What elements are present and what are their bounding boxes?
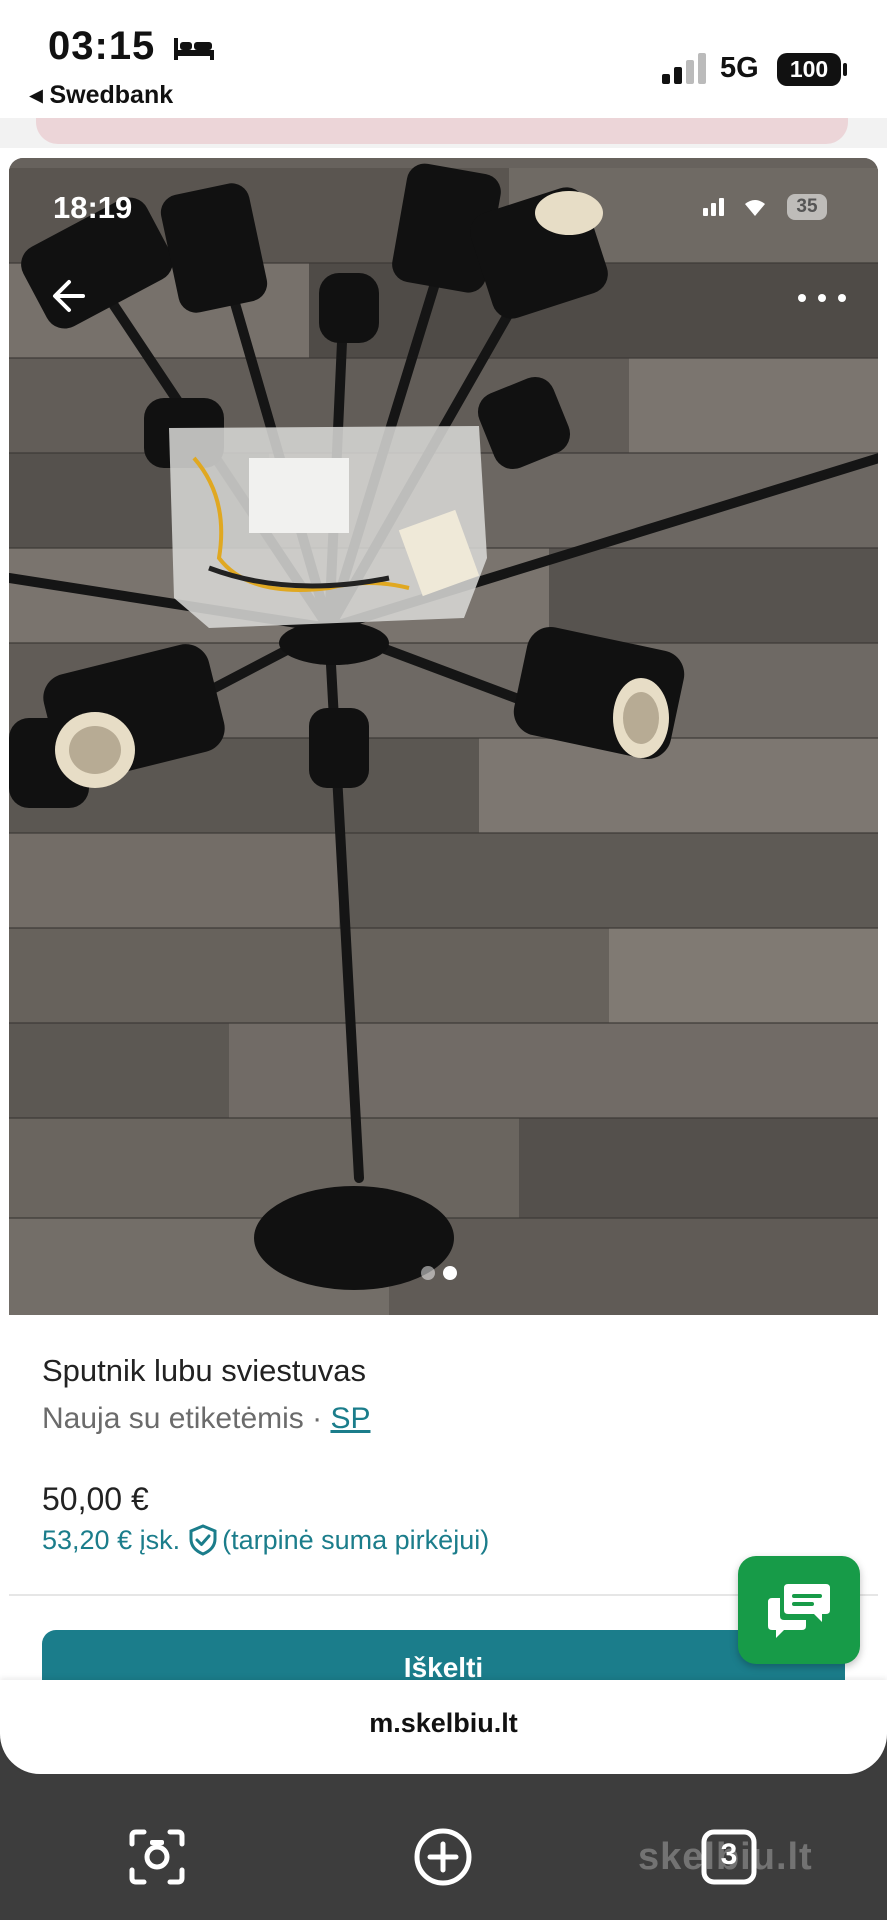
status-bar: 03:15 ◂ Swedbank 5G 100 [0,0,887,118]
battery-tip [843,63,847,76]
photo-pager [421,1266,471,1282]
pager-dot-active[interactable] [443,1266,457,1280]
url-bar[interactable]: m.skelbiu.lt [0,1680,887,1774]
listing-title: Sputnik lubu sviestuvas [42,1353,366,1388]
camera-scan-icon[interactable] [126,1826,188,1888]
total-price-row: 53,20 € įsk. (tarpinė suma pirkėjui) [42,1524,489,1556]
url-text[interactable]: m.skelbiu.lt [0,1708,887,1739]
price: 50,00 € [42,1481,149,1517]
shield-check-icon[interactable] [188,1524,218,1556]
condition-text: Nauja su etiketėmis [42,1402,304,1435]
battery-level: 100 [777,53,841,86]
back-arrow-icon[interactable] [45,268,101,324]
total-price-note[interactable]: (tarpinė suma pirkėjui) [222,1525,489,1556]
network-type: 5G [720,52,759,84]
watermark: skelbiu.lt [638,1836,813,1878]
seller-link[interactable]: SP [330,1402,370,1435]
back-to-app-link[interactable]: ◂ Swedbank [30,80,173,110]
bed-icon [174,38,214,60]
cellular-signal-icon [662,53,706,84]
new-tab-plus-icon[interactable] [412,1826,474,1888]
browser-toolbar: 3 skelbiu.lt [0,1774,887,1920]
chat-button[interactable] [738,1556,860,1664]
status-time: 03:15 [48,24,156,68]
total-price: 53,20 € įsk. [42,1524,181,1555]
screenshot-battery: 35 [787,194,827,220]
product-photo-image [9,158,878,1315]
separator: · [303,1402,331,1435]
product-photo[interactable]: 18:19 35 [9,158,878,1315]
previous-content-edge [36,118,848,144]
listing-subtitle: Nauja su etiketėmis · SP [42,1402,371,1436]
pager-dot[interactable] [421,1266,435,1280]
more-options-icon[interactable] [794,288,850,308]
promote-button[interactable]: Iškelti [42,1630,845,1682]
chat-bubbles-icon [768,1584,830,1638]
screenshot-status-time: 18:19 [53,190,133,225]
